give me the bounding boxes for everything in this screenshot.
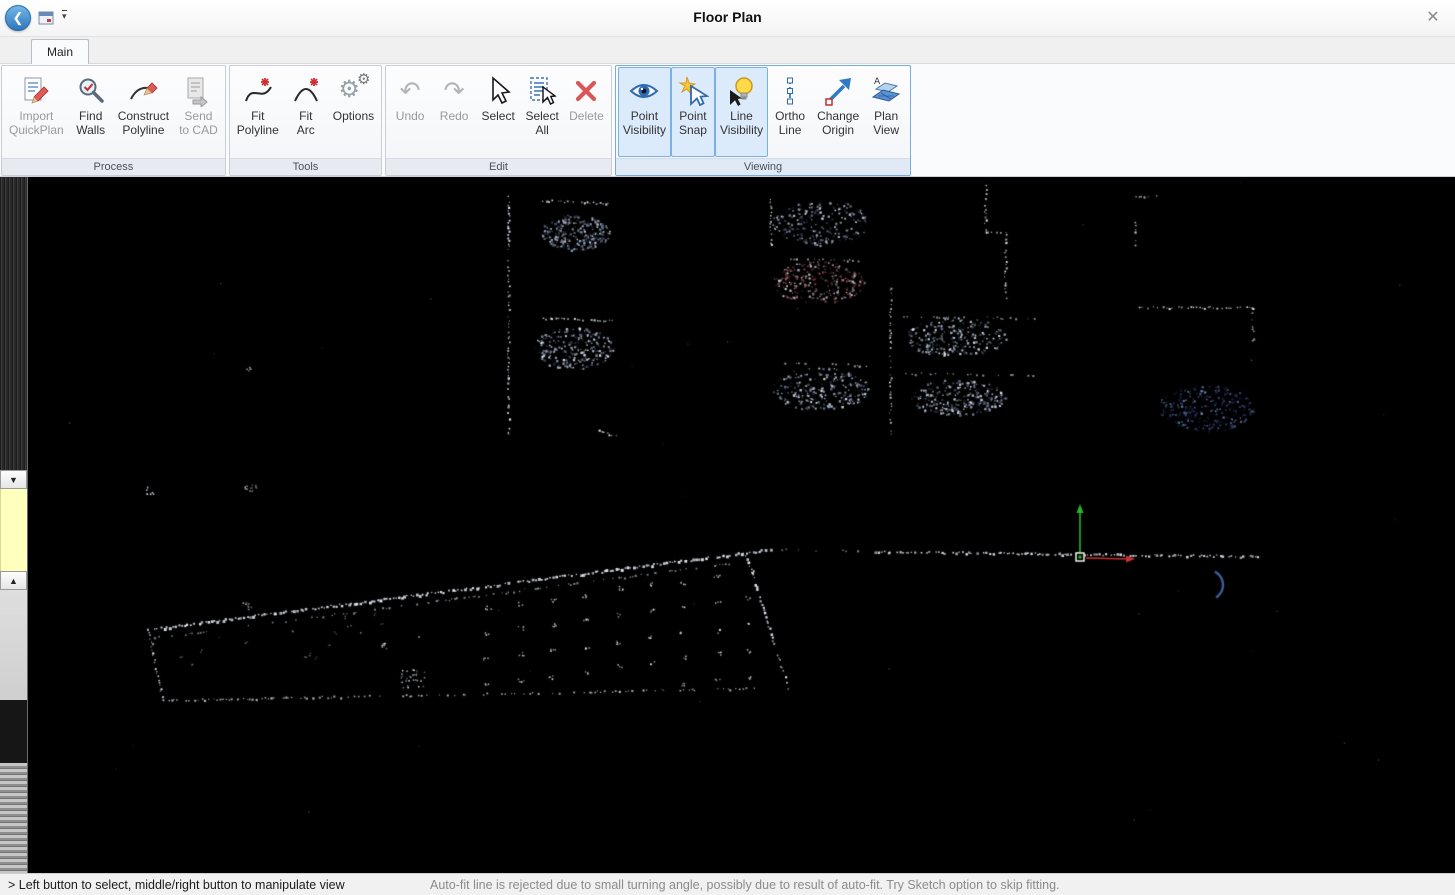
fit-polyline-button[interactable]: Fit Polyline — [232, 67, 284, 157]
button-label: Fit — [251, 109, 264, 123]
button-label: Undo — [396, 109, 425, 123]
slider-ribbed-band — [0, 763, 27, 873]
elevation-selection-range[interactable] — [0, 489, 27, 571]
status-hint-text: > Left button to select, middle/right bu… — [8, 878, 345, 892]
button-label: Line — [730, 109, 753, 123]
construct-polyline-button[interactable]: Construct Polyline — [113, 67, 174, 157]
send-to-cad-button[interactable]: Send to CAD — [174, 67, 223, 157]
slider-track — [0, 590, 27, 700]
construct-polyline-icon — [127, 73, 159, 109]
elevation-histogram — [0, 177, 27, 470]
options-gears-icon: ⚙⚙ — [338, 73, 368, 109]
import-quickplan-button[interactable]: Import QuickPlan — [4, 67, 69, 157]
select-button[interactable]: Select — [476, 67, 520, 157]
select-cursor-icon — [482, 73, 514, 109]
button-label: Point — [679, 109, 706, 123]
slider-up-button[interactable]: ▲ — [0, 571, 27, 590]
button-label: Ortho — [775, 109, 805, 123]
up-arrow-icon: ▲ — [9, 576, 18, 586]
ribbon: Import QuickPlan Find Walls — [0, 64, 1455, 177]
button-label: Select — [525, 109, 558, 123]
delete-icon — [570, 73, 602, 109]
elevation-slider[interactable]: ▼ ▲ — [0, 177, 28, 873]
button-label: Select — [481, 109, 514, 123]
fit-polyline-icon — [242, 73, 274, 109]
button-label: Polyline — [122, 123, 164, 137]
button-label: Send — [184, 109, 212, 123]
fit-arc-button[interactable]: Fit Arc — [284, 67, 328, 157]
down-arrow-icon: ▼ — [9, 475, 18, 485]
button-label: Options — [333, 109, 374, 123]
button-label: Arc — [297, 123, 315, 137]
slider-dark-band — [0, 700, 27, 763]
button-label: Point — [631, 109, 658, 123]
button-label: All — [535, 123, 548, 137]
undo-icon: ↶ — [400, 73, 421, 109]
select-all-icon — [526, 73, 558, 109]
ribbon-group-tools: Fit Polyline Fit Arc — [229, 65, 382, 176]
button-label: Origin — [822, 123, 854, 137]
lightbulb-icon — [726, 73, 758, 109]
plan-view-button[interactable]: A Plan View — [864, 67, 908, 157]
window-title: Floor Plan — [0, 9, 1455, 25]
change-origin-icon — [822, 73, 854, 109]
group-label-viewing: Viewing — [616, 158, 910, 175]
ribbon-tab-strip: Main — [0, 37, 1455, 64]
close-button[interactable]: ✕ — [1421, 6, 1445, 30]
button-label: Delete — [569, 109, 604, 123]
button-label: Visibility — [623, 123, 666, 137]
button-label: Walls — [76, 123, 105, 137]
button-label: Find — [79, 109, 102, 123]
group-label-edit: Edit — [386, 158, 611, 175]
eye-icon — [628, 73, 660, 109]
ribbon-group-process: Import QuickPlan Find Walls — [1, 65, 226, 176]
redo-icon: ↷ — [444, 73, 465, 109]
point-snap-toggle[interactable]: Point Snap — [671, 67, 715, 157]
delete-button[interactable]: Delete — [564, 67, 609, 157]
button-label: Construct — [118, 109, 169, 123]
button-label: Change — [817, 109, 859, 123]
point-visibility-toggle[interactable]: Point Visibility — [618, 67, 671, 157]
ribbon-group-edit: ↶ Undo ↷ Redo Select — [385, 65, 612, 176]
group-label-process: Process — [2, 158, 225, 175]
change-origin-button[interactable]: Change Origin — [812, 67, 864, 157]
line-visibility-toggle[interactable]: Line Visibility — [715, 67, 768, 157]
group-label-tools: Tools — [230, 158, 381, 175]
title-bar: ❮ ▾ Floor Plan ✕ — [0, 0, 1455, 37]
ribbon-group-viewing: Point Visibility Point Snap — [615, 65, 911, 176]
button-label: Snap — [679, 123, 707, 137]
button-label: Redo — [440, 109, 469, 123]
find-walls-icon — [75, 73, 107, 109]
button-label: QuickPlan — [9, 123, 64, 137]
import-quickplan-icon — [20, 73, 52, 109]
status-bar: > Left button to select, middle/right bu… — [0, 873, 1455, 895]
slider-down-button[interactable]: ▼ — [0, 470, 27, 489]
viewport-area: ▼ ▲ — [0, 177, 1455, 873]
button-label: Fit — [299, 109, 312, 123]
find-walls-button[interactable]: Find Walls — [69, 67, 113, 157]
undo-button[interactable]: ↶ Undo — [388, 67, 432, 157]
button-label: to CAD — [179, 123, 218, 137]
floor-plan-window: ❮ ▾ Floor Plan ✕ Main — [0, 0, 1455, 895]
point-cloud-viewport[interactable] — [28, 177, 1455, 873]
button-label: Visibility — [720, 123, 763, 137]
svg-text:A: A — [874, 77, 881, 87]
button-label: Import — [19, 109, 53, 123]
options-button[interactable]: ⚙⚙ Options — [328, 67, 379, 157]
ortho-line-button[interactable]: Ortho Line — [768, 67, 812, 157]
select-all-button[interactable]: Select All — [520, 67, 564, 157]
snap-cursor-icon — [677, 73, 709, 109]
button-label: Plan — [874, 109, 898, 123]
fit-arc-icon — [290, 73, 322, 109]
ortho-line-icon — [774, 73, 806, 109]
button-label: Polyline — [237, 123, 279, 137]
button-label: Line — [779, 123, 802, 137]
plan-view-icon: A — [870, 73, 902, 109]
redo-button[interactable]: ↷ Redo — [432, 67, 476, 157]
send-to-cad-icon — [182, 73, 214, 109]
button-label: View — [873, 123, 899, 137]
tab-main[interactable]: Main — [31, 39, 89, 64]
status-message-text: Auto-fit line is rejected due to small t… — [430, 878, 1060, 892]
